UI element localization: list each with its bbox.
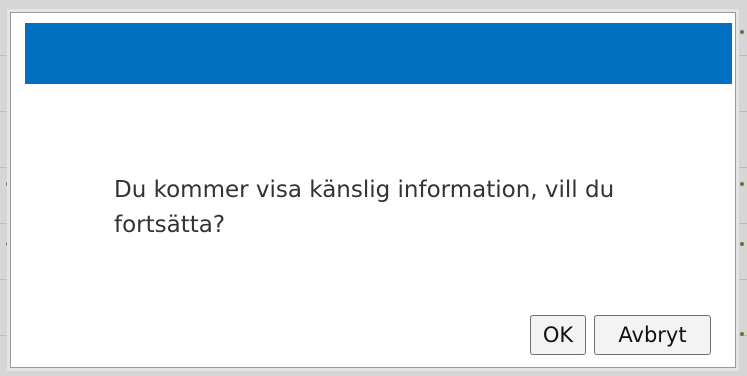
- background-marker: [740, 30, 744, 34]
- background-marker: [740, 242, 744, 246]
- dialog-titlebar: [25, 23, 732, 84]
- confirmation-dialog: Du kommer visa känslig information, vill…: [10, 12, 736, 368]
- background-marker: [740, 182, 744, 186]
- dialog-message: Du kommer visa känslig information, vill…: [114, 177, 615, 238]
- background-marker: [740, 332, 744, 336]
- cancel-button[interactable]: Avbryt: [594, 315, 711, 355]
- ok-button[interactable]: OK: [530, 315, 586, 355]
